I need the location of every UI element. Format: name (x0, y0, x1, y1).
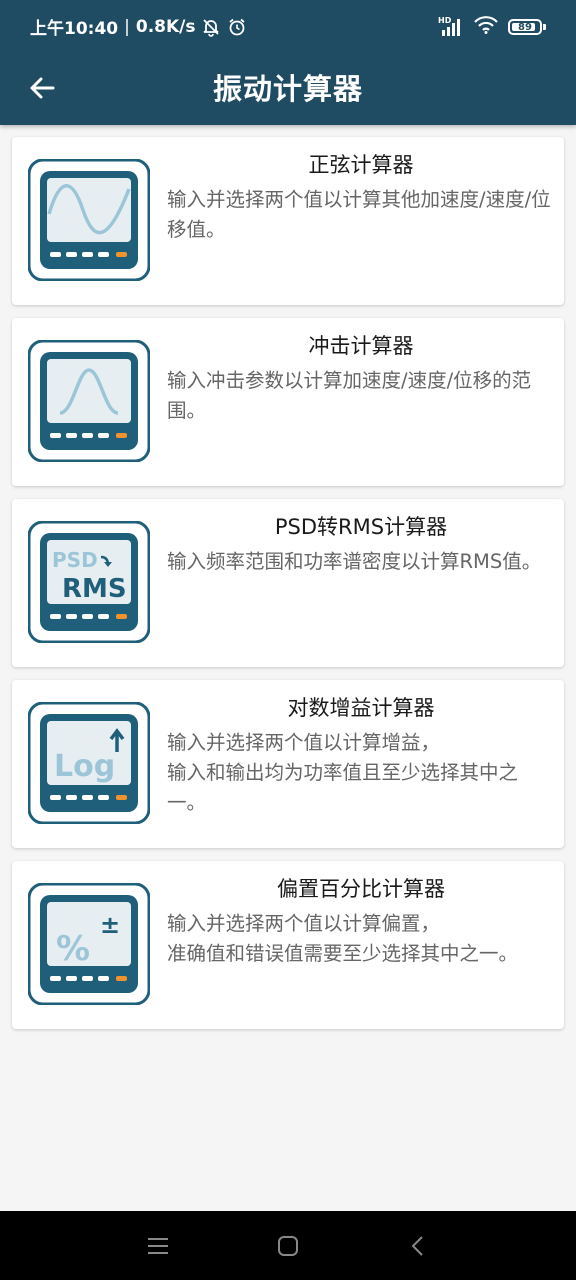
shock-pulse-icon (27, 339, 151, 463)
alarm-clock-icon (227, 17, 247, 37)
status-time: 上午10:40 (30, 19, 119, 39)
battery-level: 89 (518, 21, 532, 33)
toolbar: 振动计算器 (0, 56, 576, 125)
card-description: 输入并选择两个值以计算偏置， 准确值和错误值需要至少选择其中之一。 (167, 912, 519, 965)
svg-text:%: % (56, 929, 90, 969)
divider: | (124, 16, 130, 37)
card-percent-bias-calculator[interactable]: % ± 偏置百分比计算器 输入并选择两个值以计算偏置， 准确值和错误值需要至少选… (12, 861, 564, 1029)
network-speed: 0.8K/s (135, 16, 196, 37)
card-log-gain-calculator[interactable]: Log 对数增益计算器 输入并选择两个值以计算增益， 输入和输出均为功率值且至少… (12, 680, 564, 848)
log-gain-icon: Log (27, 701, 151, 825)
status-bar: 上午10:40 | 0.8K/s HD 89 (0, 0, 576, 56)
card-title: 正弦计算器 (308, 153, 414, 177)
home-icon (278, 1236, 298, 1256)
back-chevron-icon (411, 1236, 423, 1256)
card-sine-calculator[interactable]: 正弦计算器 输入并选择两个值以计算其他加速度/速度/位移值。 (12, 137, 564, 305)
card-title: 对数增益计算器 (287, 696, 435, 720)
home-button[interactable] (273, 1231, 303, 1261)
card-title: 偏置百分比计算器 (277, 877, 445, 901)
silent-bell-icon (201, 17, 221, 37)
card-description: 输入冲击参数以计算加速度/速度/位移的范围。 (167, 369, 532, 422)
sine-wave-icon (27, 158, 151, 282)
svg-text:RMS: RMS (62, 574, 127, 604)
cellular-signal-icon: HD (438, 16, 464, 36)
page-title: 振动计算器 (212, 72, 363, 106)
menu-button[interactable] (143, 1231, 173, 1261)
menu-icon (148, 1238, 168, 1254)
percent-bias-icon: % ± (27, 882, 151, 1006)
svg-text:±: ± (100, 911, 120, 939)
card-psd-rms-calculator[interactable]: PSD RMS PSD转RMS计算器 输入频率范围和功率谱密度以计算RMS值。 (12, 499, 564, 667)
wifi-icon (474, 16, 498, 38)
psd-rms-icon: PSD RMS (27, 520, 151, 644)
nav-back-button[interactable] (403, 1231, 433, 1261)
card-description: 输入频率范围和功率谱密度以计算RMS值。 (167, 550, 542, 573)
card-title: 冲击计算器 (308, 334, 414, 358)
card-shock-calculator[interactable]: 冲击计算器 输入冲击参数以计算加速度/速度/位移的范围。 (12, 318, 564, 486)
app-header: 上午10:40 | 0.8K/s HD 89 振动计算器 (0, 0, 576, 125)
svg-text:PSD: PSD (52, 548, 98, 572)
system-nav-bar (0, 1211, 576, 1280)
card-description: 输入并选择两个值以计算其他加速度/速度/位移值。 (167, 188, 551, 241)
svg-text:Log: Log (54, 749, 115, 784)
calculator-list: 正弦计算器 输入并选择两个值以计算其他加速度/速度/位移值。 冲击计算器 输入冲… (12, 137, 564, 1042)
battery-icon: 89 (508, 19, 546, 35)
card-description: 输入并选择两个值以计算增益， 输入和输出均为功率值且至少选择其中之一。 (167, 731, 519, 814)
card-title: PSD转RMS计算器 (274, 515, 448, 539)
